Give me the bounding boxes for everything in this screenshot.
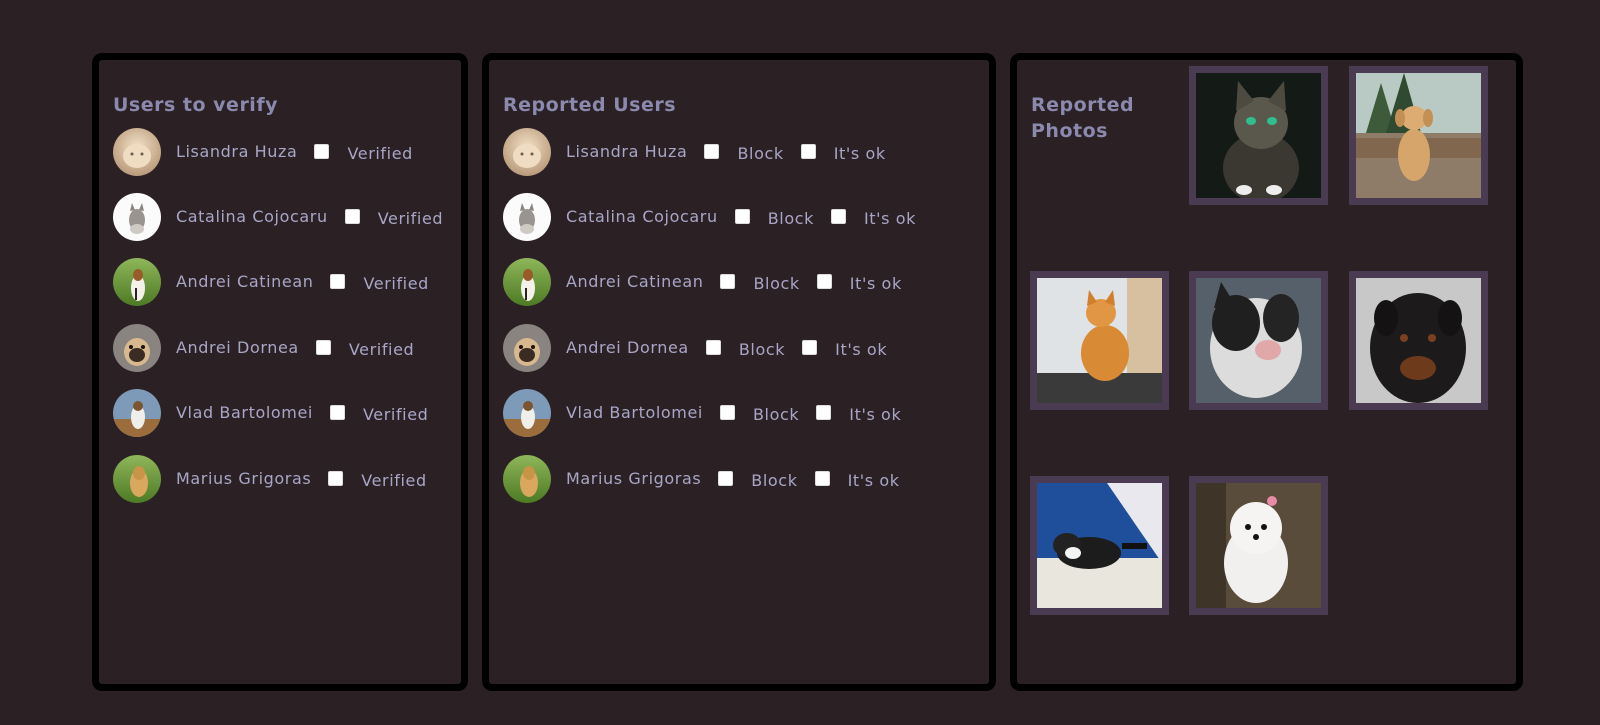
block-label: Block: [738, 339, 786, 359]
avatar: [113, 455, 161, 503]
block-label: Block: [767, 208, 814, 228]
block-label: Block: [753, 273, 800, 293]
reported-photo[interactable]: [1030, 271, 1169, 410]
verified-label: Verified: [347, 143, 413, 163]
list-item: Lisandra Huza Verified: [113, 127, 413, 177]
list-item: Andrei Catinean Block It's ok: [503, 257, 902, 307]
orange-cat-photo: [1037, 278, 1162, 403]
its-ok-label: It's ok: [849, 404, 902, 424]
verified-checkbox[interactable]: [328, 470, 344, 486]
avatar: [503, 193, 551, 241]
user-name: Marius Grigoras: [566, 468, 702, 488]
list-item: Vlad Bartolomei Block It's ok: [503, 388, 901, 438]
avatar: [113, 324, 161, 372]
avatar: [113, 258, 161, 306]
verified-label: Verified: [362, 404, 429, 424]
reported-users-panel: Reported Users Lisandra Huza Block It's …: [482, 53, 996, 691]
avatar: [503, 128, 551, 176]
rottweiler-photo: [1356, 278, 1481, 403]
puppy-on-bed-photo: [1037, 483, 1162, 608]
user-name: Catalina Cojocaru: [176, 206, 328, 226]
user-name: Vlad Bartolomei: [566, 402, 703, 422]
reported-photo[interactable]: [1189, 66, 1328, 205]
reported-photos-panel: Reported Photos: [1010, 53, 1523, 691]
avatar: [113, 128, 161, 176]
avatar: [503, 258, 551, 306]
verified-label: Verified: [361, 470, 427, 490]
block-label: Block: [737, 143, 784, 163]
block-checkbox[interactable]: [718, 470, 734, 486]
verified-checkbox[interactable]: [344, 208, 360, 224]
its-ok-label: It's ok: [833, 143, 886, 163]
user-name: Catalina Cojocaru: [566, 206, 718, 226]
verified-checkbox[interactable]: [315, 339, 331, 355]
reported-photo[interactable]: [1189, 476, 1328, 615]
avatar: [503, 455, 551, 503]
its-ok-label: It's ok: [835, 339, 888, 359]
verified-label: Verified: [363, 273, 429, 293]
user-name: Andrei Dornea: [176, 337, 299, 357]
reported-photo[interactable]: [1349, 66, 1488, 205]
user-name: Andrei Catinean: [566, 271, 704, 291]
user-name: Lisandra Huza: [176, 141, 298, 161]
its-ok-label: It's ok: [863, 208, 917, 228]
users-to-verify-panel: Users to verify Lisandra Huza Verified C…: [92, 53, 468, 691]
verified-label: Verified: [348, 339, 415, 359]
user-name: Vlad Bartolomei: [176, 402, 313, 422]
block-label: Block: [751, 470, 798, 490]
avatar: [113, 193, 161, 241]
list-item: Catalina Cojocaru Verified: [113, 192, 443, 242]
reported-photo[interactable]: [1349, 271, 1488, 410]
its-ok-label: It's ok: [849, 273, 902, 293]
verified-checkbox[interactable]: [314, 143, 330, 159]
reported-photo[interactable]: [1030, 476, 1169, 615]
user-name: Lisandra Huza: [566, 141, 688, 161]
block-label: Block: [752, 404, 800, 424]
its-ok-checkbox[interactable]: [816, 404, 832, 420]
panel-title: Reported Photos: [1031, 94, 1135, 142]
list-item: Catalina Cojocaru Block It's ok: [503, 192, 916, 242]
list-item: Andrei Catinean Verified: [113, 257, 429, 307]
its-ok-checkbox[interactable]: [800, 143, 816, 159]
panel-title: Users to verify: [113, 94, 278, 116]
its-ok-checkbox[interactable]: [814, 470, 830, 486]
user-name: Marius Grigoras: [176, 468, 312, 488]
block-checkbox[interactable]: [705, 339, 721, 355]
its-ok-checkbox[interactable]: [802, 339, 818, 355]
verified-checkbox[interactable]: [330, 273, 346, 289]
block-checkbox[interactable]: [720, 273, 736, 289]
block-checkbox[interactable]: [704, 143, 720, 159]
reported-photo[interactable]: [1189, 271, 1328, 410]
list-item: Marius Grigoras Block It's ok: [503, 454, 900, 504]
bulldog-photo: [1196, 278, 1321, 403]
its-ok-label: It's ok: [847, 470, 900, 490]
user-name: Andrei Dornea: [566, 337, 689, 357]
list-item: Lisandra Huza Block It's ok: [503, 127, 886, 177]
user-name: Andrei Catinean: [176, 271, 314, 291]
its-ok-checkbox[interactable]: [816, 273, 832, 289]
verified-label: Verified: [377, 208, 444, 228]
list-item: Andrei Dornea Block It's ok: [503, 323, 887, 373]
list-item: Vlad Bartolomei Verified: [113, 388, 428, 438]
avatar: [503, 324, 551, 372]
avatar: [503, 389, 551, 437]
avatar: [113, 389, 161, 437]
tabby-cat-photo: [1196, 73, 1321, 198]
panel-title: Reported Users: [503, 94, 677, 116]
golden-puppy-photo: [1356, 73, 1481, 198]
block-checkbox[interactable]: [734, 208, 750, 224]
its-ok-checkbox[interactable]: [830, 208, 846, 224]
verified-checkbox[interactable]: [329, 404, 345, 420]
list-item: Marius Grigoras Verified: [113, 454, 427, 504]
list-item: Andrei Dornea Verified: [113, 323, 414, 373]
block-checkbox[interactable]: [719, 404, 735, 420]
maltese-photo: [1196, 483, 1321, 608]
